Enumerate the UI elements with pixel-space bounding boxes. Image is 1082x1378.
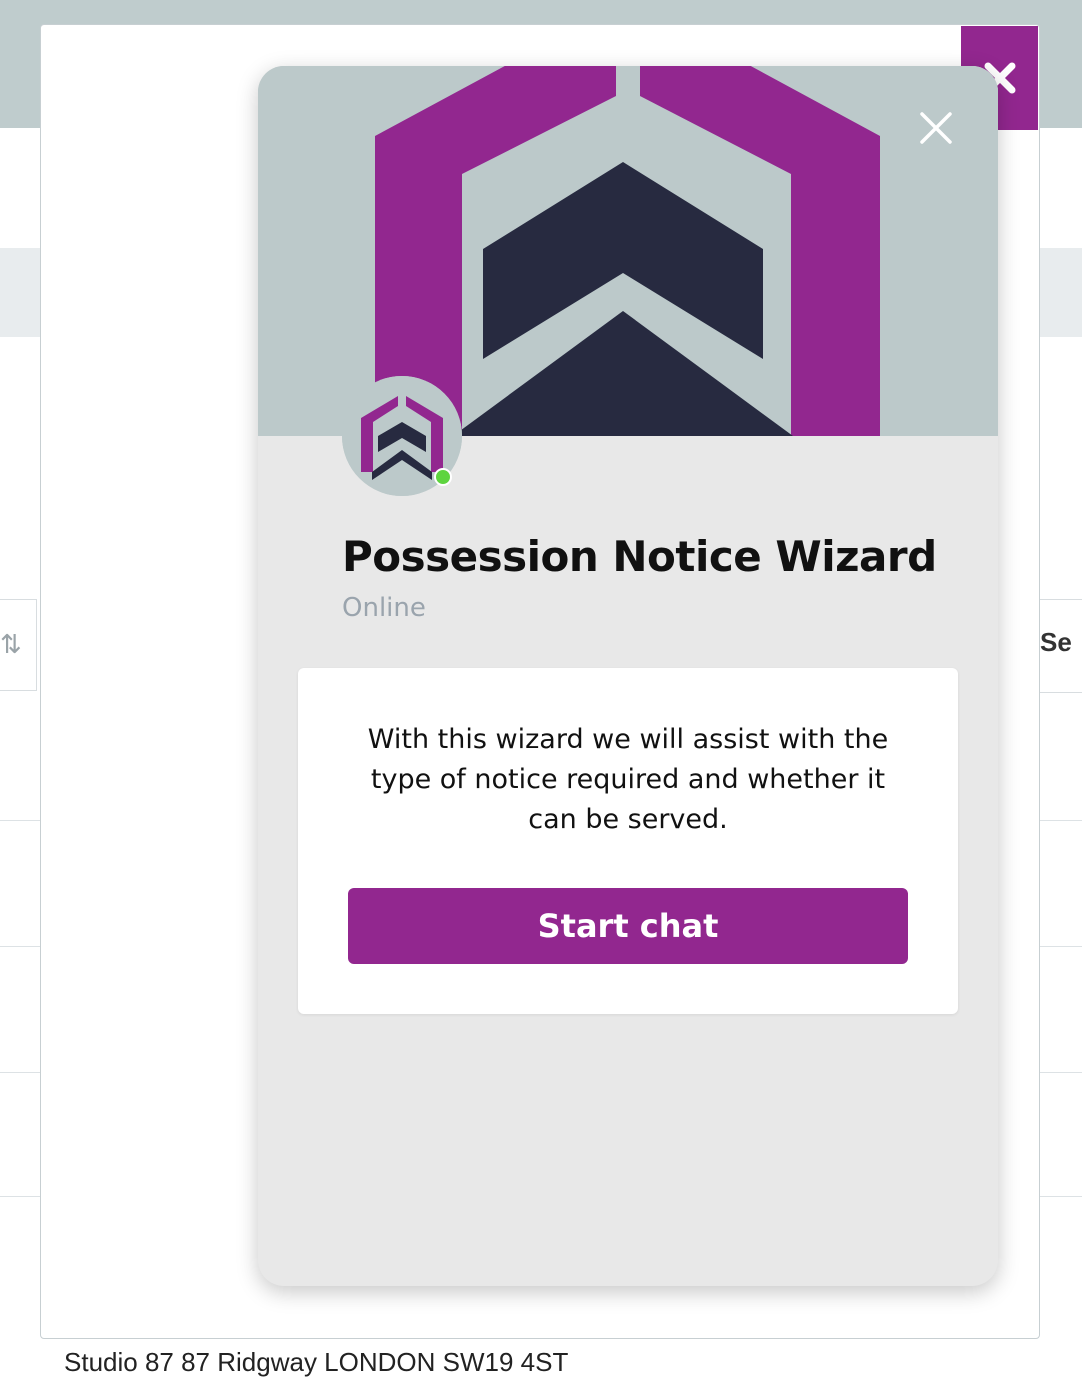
widget-close-button[interactable] — [914, 106, 958, 150]
background-row-divider — [1038, 1196, 1082, 1197]
background-column-header: Se — [1040, 627, 1072, 657]
background-row-divider — [1038, 820, 1082, 821]
online-status-dot — [434, 468, 452, 486]
sort-arrows-icon[interactable]: ⇅ — [0, 628, 26, 662]
background-address-text: Studio 87 87 Ridgway LONDON SW19 4ST — [64, 1347, 569, 1377]
start-chat-button[interactable]: Start chat — [348, 888, 908, 964]
status-text: Online — [342, 593, 426, 623]
hero-banner — [258, 66, 998, 436]
background-row-divider — [0, 820, 40, 821]
background-row-divider — [0, 1072, 40, 1073]
chat-widget: Possession Notice Wizard Online With thi… — [258, 66, 998, 1286]
widget-title: Possession Notice Wizard — [342, 532, 937, 581]
background-row-divider — [0, 1196, 40, 1197]
close-icon — [920, 112, 952, 144]
background-row-divider — [1038, 946, 1082, 947]
intro-message: With this wizard we will assist with the… — [367, 724, 889, 835]
brand-logo-banner — [258, 66, 998, 436]
background-row-divider — [1038, 1072, 1082, 1073]
intro-card: With this wizard we will assist with the… — [298, 668, 958, 1014]
background-row-divider — [0, 946, 40, 947]
